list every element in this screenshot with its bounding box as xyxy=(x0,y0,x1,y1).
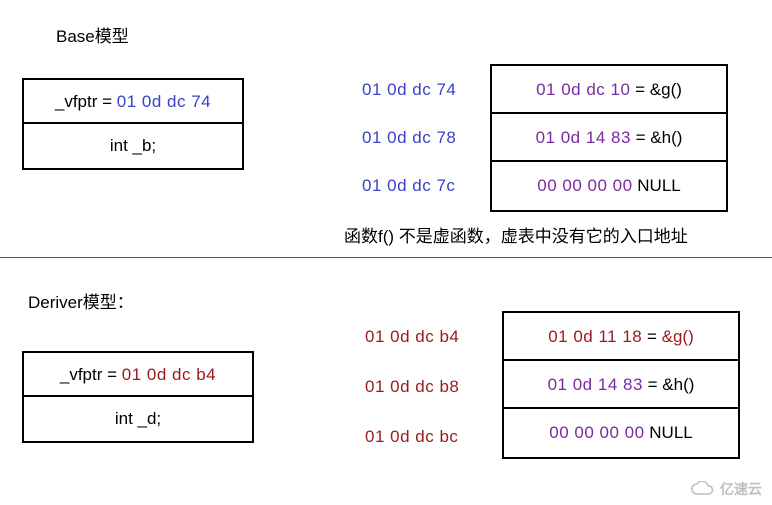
vt-fn: NULL xyxy=(637,176,680,195)
base-vt-row-0: 01 0d dc 10 = &g() xyxy=(492,66,726,114)
vt-val: 00 00 00 00 xyxy=(549,423,644,442)
deriver-vt-row-0: 01 0d 11 18 = &g() xyxy=(504,313,738,361)
cloud-icon xyxy=(690,481,716,497)
vt-fn: NULL xyxy=(649,423,692,442)
base-note: 函数f() 不是虚函数，虚表中没有它的入口地址 xyxy=(344,222,688,247)
vt-fn: &g() xyxy=(650,80,682,99)
deriver-vt-row-1: 01 0d 14 83 = &h() xyxy=(504,361,738,409)
vfptr-label: _vfptr = xyxy=(55,92,117,111)
deriver-vtable-box: 01 0d 11 18 = &g() 01 0d 14 83 = &h() 00… xyxy=(502,311,740,459)
deriver-member-row: int _d; xyxy=(24,397,252,441)
base-vtable-box: 01 0d dc 10 = &g() 01 0d 14 83 = &h() 00… xyxy=(490,64,728,212)
vt-eq: = xyxy=(643,375,662,394)
vt-val: 00 00 00 00 xyxy=(537,176,632,195)
base-title: Base模型 xyxy=(56,22,129,47)
deriver-vfptr-row: _vfptr = 01 0d dc b4 xyxy=(24,353,252,397)
section-separator xyxy=(0,257,772,258)
vfptr-value: 01 0d dc 74 xyxy=(117,92,211,111)
base-addr-2: 01 0d dc 7c xyxy=(362,176,455,196)
watermark-text: 亿速云 xyxy=(720,479,762,499)
vfptr-label: _vfptr = xyxy=(60,365,122,384)
vfptr-value: 01 0d dc b4 xyxy=(122,365,216,384)
deriver-addr-1: 01 0d dc b8 xyxy=(365,377,459,397)
vt-fn: &h() xyxy=(662,375,694,394)
deriver-addr-0: 01 0d dc b4 xyxy=(365,327,459,347)
vt-eq: = xyxy=(630,80,649,99)
base-member-row: int _b; xyxy=(24,124,242,168)
deriver-addr-2: 01 0d dc bc xyxy=(365,427,458,447)
base-vt-row-2: 00 00 00 00 NULL xyxy=(492,162,726,210)
vt-val: 01 0d 14 83 xyxy=(548,375,643,394)
base-addr-0: 01 0d dc 74 xyxy=(362,80,456,100)
vt-eq: = xyxy=(642,327,661,346)
watermark: 亿速云 xyxy=(690,479,762,499)
vt-val: 01 0d 14 83 xyxy=(536,128,631,147)
vt-eq: = xyxy=(631,128,650,147)
base-vfptr-row: _vfptr = 01 0d dc 74 xyxy=(24,80,242,124)
deriver-title: Deriver模型： xyxy=(28,288,134,313)
base-object-box: _vfptr = 01 0d dc 74 int _b; xyxy=(22,78,244,170)
vt-fn: &h() xyxy=(650,128,682,147)
deriver-object-box: _vfptr = 01 0d dc b4 int _d; xyxy=(22,351,254,443)
deriver-vt-row-2: 00 00 00 00 NULL xyxy=(504,409,738,457)
vt-val: 01 0d dc 10 xyxy=(536,80,630,99)
vt-val: 01 0d 11 18 xyxy=(548,327,642,346)
base-addr-1: 01 0d dc 78 xyxy=(362,128,456,148)
vt-fn: &g() xyxy=(662,327,694,346)
base-vt-row-1: 01 0d 14 83 = &h() xyxy=(492,114,726,162)
